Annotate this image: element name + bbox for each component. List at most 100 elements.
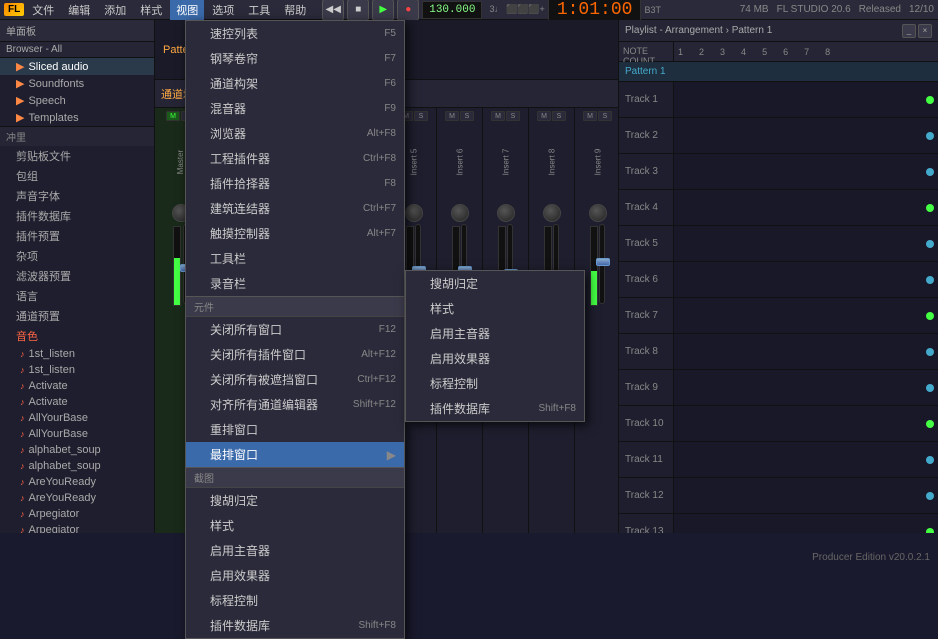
menu-speed-control[interactable]: 速控列表 F5 bbox=[186, 21, 404, 46]
sidebar-audio-item[interactable]: ♪AllYourBase bbox=[0, 426, 154, 442]
menu-style[interactable]: 样式 bbox=[134, 0, 168, 20]
play-btn[interactable]: ▶ bbox=[372, 0, 394, 21]
menu-arrange[interactable]: 重排窗口 bbox=[186, 417, 404, 442]
sidebar-item-clipboard[interactable]: 剪贴板文件 bbox=[0, 146, 154, 166]
track-content[interactable] bbox=[674, 82, 938, 117]
sidebar-item-package[interactable]: 包组 bbox=[0, 166, 154, 186]
channel-pan-knob[interactable] bbox=[543, 204, 561, 222]
track-content[interactable] bbox=[674, 118, 938, 153]
playlist-track-row[interactable]: Track 6 bbox=[619, 262, 938, 298]
menu-plugin-db[interactable]: 插件数据库 Shift+F8 bbox=[186, 613, 404, 638]
sidebar-item-plugin-db[interactable]: 插件数据库 bbox=[0, 206, 154, 226]
sidebar-audio-item[interactable]: ♪alphabet_soup bbox=[0, 458, 154, 474]
menu-edit[interactable]: 编辑 bbox=[62, 0, 96, 20]
close-btn[interactable]: × bbox=[918, 24, 932, 38]
channel-pan-knob[interactable] bbox=[405, 204, 423, 222]
playlist-track-row[interactable]: Track 13 bbox=[619, 514, 938, 533]
track-content[interactable] bbox=[674, 442, 938, 477]
playlist-track-row[interactable]: Track 9 bbox=[619, 370, 938, 406]
menu-toolbar[interactable]: 工具栏 bbox=[186, 246, 404, 271]
track-content[interactable] bbox=[674, 190, 938, 225]
sidebar-item-color[interactable]: 音色 bbox=[0, 326, 154, 346]
channel-mute-btn[interactable]: M bbox=[445, 111, 459, 121]
sidebar-audio-item[interactable]: ♪Arpegiator bbox=[0, 506, 154, 522]
menu-enable-master[interactable]: 启用主音器 bbox=[186, 538, 404, 563]
playlist-track-row[interactable]: Track 8 bbox=[619, 334, 938, 370]
sidebar-audio-item[interactable]: ♪1st_listen bbox=[0, 362, 154, 378]
track-content[interactable] bbox=[674, 334, 938, 369]
channel-pan-knob[interactable] bbox=[451, 204, 469, 222]
sidebar-item-sliced-audio[interactable]: ▶ Sliced audio bbox=[0, 58, 154, 75]
menu-plugin-manager[interactable]: 工程插件器 Ctrl+F8 bbox=[186, 146, 404, 171]
playlist-track-row[interactable]: Track 12 bbox=[619, 478, 938, 514]
sidebar-audio-item[interactable]: ♪Activate bbox=[0, 378, 154, 394]
menu-close-plugins[interactable]: 关闭所有插件窗口 Alt+F12 bbox=[186, 342, 404, 367]
submenu-search-fix[interactable]: 搜胡归定 bbox=[406, 271, 584, 296]
channel-mute-btn[interactable]: M bbox=[166, 111, 180, 121]
sidebar-audio-item[interactable]: ♪AreYouReady bbox=[0, 490, 154, 506]
wallpaper-submenu[interactable]: 搜胡归定 样式 启用主音器 启用效果器 标程控制 插件数据库 Shift+F8 bbox=[405, 270, 585, 422]
menu-wallpaper[interactable]: 最排窗口 ▶ bbox=[186, 442, 404, 467]
sidebar-audio-item[interactable]: ♪AreYouReady bbox=[0, 474, 154, 490]
playlist-track-row[interactable]: Track 4 bbox=[619, 190, 938, 226]
stop-btn[interactable]: ■ bbox=[347, 0, 369, 21]
submenu-enable-effects[interactable]: 启用效果器 bbox=[406, 346, 584, 371]
menu-piano-roll[interactable]: 钢琴卷帘 F7 bbox=[186, 46, 404, 71]
menu-tools[interactable]: 工具 bbox=[242, 0, 276, 20]
record-btn[interactable]: ● bbox=[397, 0, 419, 21]
menu-view[interactable]: 视图 bbox=[170, 0, 204, 20]
menu-channel-rack[interactable]: 通道构架 F6 bbox=[186, 71, 404, 96]
track-content[interactable] bbox=[674, 154, 938, 189]
channel-solo-btn[interactable]: S bbox=[598, 111, 612, 121]
track-content[interactable] bbox=[674, 514, 938, 533]
sidebar-audio-item[interactable]: ♪Arpegiator bbox=[0, 522, 154, 533]
menu-style2[interactable]: 样式 bbox=[186, 513, 404, 538]
channel-mute-btn[interactable]: M bbox=[491, 111, 505, 121]
sidebar-item-filter-preset[interactable]: 滤波器预置 bbox=[0, 266, 154, 286]
submenu-style[interactable]: 样式 bbox=[406, 296, 584, 321]
rewind-btn[interactable]: ◀◀ bbox=[322, 0, 344, 21]
channel-pan-knob[interactable] bbox=[589, 204, 607, 222]
submenu-track-control[interactable]: 标程控制 bbox=[406, 371, 584, 396]
bpm-display[interactable]: 130.000 bbox=[422, 1, 482, 19]
channel-fader-track[interactable] bbox=[599, 224, 605, 304]
sidebar-item-channel-preset[interactable]: 通道预置 bbox=[0, 306, 154, 326]
sidebar-item-sound-font[interactable]: 声音字体 bbox=[0, 186, 154, 206]
track-content[interactable] bbox=[674, 262, 938, 297]
sidebar-item-templates[interactable]: ▶ Templates bbox=[0, 109, 154, 126]
menu-touch-control[interactable]: 触摸控制器 Alt+F7 bbox=[186, 221, 404, 246]
menu-options[interactable]: 选项 bbox=[206, 0, 240, 20]
track-content[interactable] bbox=[674, 226, 938, 261]
menu-align-channels[interactable]: 对齐所有通道编辑器 Shift+F12 bbox=[186, 392, 404, 417]
sidebar-item-language[interactable]: 语言 bbox=[0, 286, 154, 306]
track-content[interactable] bbox=[674, 406, 938, 441]
playlist-track-row[interactable]: Track 5 bbox=[619, 226, 938, 262]
menu-close-all[interactable]: 关闭所有窗口 F12 bbox=[186, 317, 404, 342]
menu-help[interactable]: 帮助 bbox=[278, 0, 312, 20]
menu-close-covered[interactable]: 关闭所有被遮挡窗口 Ctrl+F12 bbox=[186, 367, 404, 392]
track-content[interactable] bbox=[674, 370, 938, 405]
track-content[interactable] bbox=[674, 298, 938, 333]
sidebar-audio-item[interactable]: ♪alphabet_soup bbox=[0, 442, 154, 458]
channel-pan-knob[interactable] bbox=[497, 204, 515, 222]
menu-track-control[interactable]: 标程控制 bbox=[186, 588, 404, 613]
menu-add[interactable]: 添加 bbox=[98, 0, 132, 20]
view-dropdown-menu[interactable]: 速控列表 F5 钢琴卷帘 F7 通道构架 F6 混音器 F9 浏览器 Alt+F… bbox=[185, 20, 405, 639]
playlist-track-row[interactable]: Track 11 bbox=[619, 442, 938, 478]
minimize-btn[interactable]: _ bbox=[902, 24, 916, 38]
menu-file[interactable]: 文件 bbox=[26, 0, 60, 20]
menu-search-fix[interactable]: 搜胡归定 bbox=[186, 488, 404, 513]
menu-mixer-link[interactable]: 建筑连结器 Ctrl+F7 bbox=[186, 196, 404, 221]
channel-mute-btn[interactable]: M bbox=[537, 111, 551, 121]
channel-mute-btn[interactable]: M bbox=[583, 111, 597, 121]
menu-enable-effects[interactable]: 启用效果器 bbox=[186, 563, 404, 588]
menu-browser[interactable]: 浏览器 Alt+F8 bbox=[186, 121, 404, 146]
playlist-track-row[interactable]: Track 7 bbox=[619, 298, 938, 334]
channel-solo-btn[interactable]: S bbox=[414, 111, 428, 121]
submenu-enable-master[interactable]: 启用主音器 bbox=[406, 321, 584, 346]
playlist-track-row[interactable]: Track 1 bbox=[619, 82, 938, 118]
menu-mixer[interactable]: 混音器 F9 bbox=[186, 96, 404, 121]
channel-solo-btn[interactable]: S bbox=[552, 111, 566, 121]
playlist-track-row[interactable]: Track 3 bbox=[619, 154, 938, 190]
menu-plugin-picker[interactable]: 插件拾择器 F8 bbox=[186, 171, 404, 196]
